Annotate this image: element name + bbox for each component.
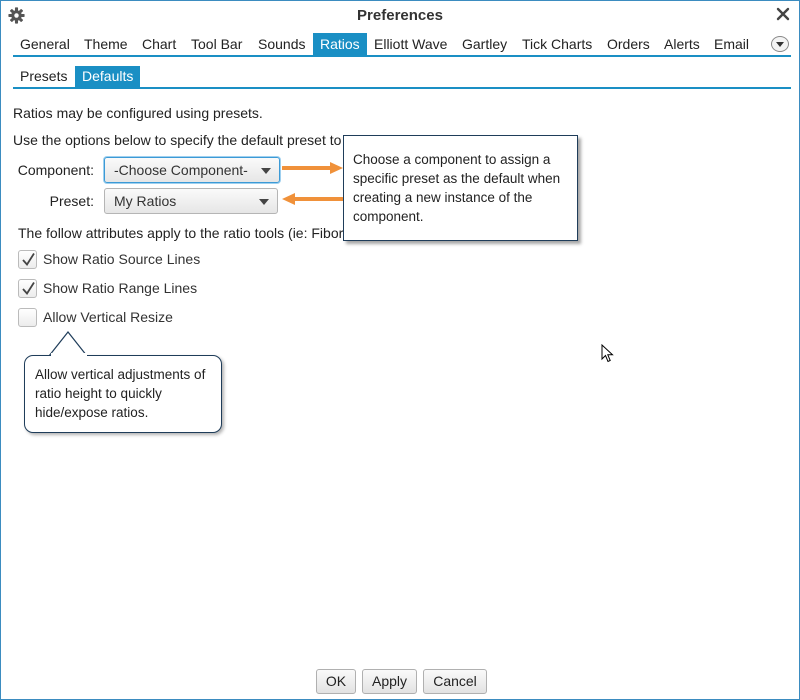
ok-button[interactable]: OK bbox=[316, 669, 356, 694]
tab-theme[interactable]: Theme bbox=[77, 33, 135, 55]
preset-label: Preset: bbox=[49, 193, 94, 209]
show-range-lines-checkbox[interactable] bbox=[18, 279, 37, 298]
component-select[interactable]: -Choose Component- bbox=[104, 157, 280, 183]
tab-elliott-wave[interactable]: Elliott Wave bbox=[367, 33, 454, 55]
tab-ratios[interactable]: Ratios bbox=[313, 33, 367, 55]
resize-help-callout: Allow vertical adjustments of ratio heig… bbox=[24, 355, 222, 433]
tab-alerts[interactable]: Alerts bbox=[657, 33, 707, 55]
component-label: Component: bbox=[17, 162, 94, 178]
show-range-lines-label[interactable]: Show Ratio Range Lines bbox=[43, 280, 197, 296]
subtab-presets[interactable]: Presets bbox=[13, 66, 74, 87]
checkmark-icon bbox=[22, 253, 35, 266]
allow-vertical-resize-label[interactable]: Allow Vertical Resize bbox=[43, 309, 173, 325]
arrow-left-icon bbox=[282, 193, 343, 205]
show-source-lines-label[interactable]: Show Ratio Source Lines bbox=[43, 251, 200, 267]
tab-tool-bar[interactable]: Tool Bar bbox=[184, 33, 249, 55]
main-tab-bar: General Theme Chart Tool Bar Sounds Rati… bbox=[13, 33, 791, 57]
intro-text-1: Ratios may be configured using presets. bbox=[13, 105, 263, 121]
mouse-cursor-icon bbox=[601, 344, 614, 363]
preset-select[interactable]: My Ratios bbox=[104, 188, 278, 214]
tab-general[interactable]: General bbox=[13, 33, 77, 55]
tab-overflow-chevron-down-icon[interactable] bbox=[771, 36, 789, 52]
cancel-button[interactable]: Cancel bbox=[423, 669, 487, 694]
callout-tail-mask bbox=[51, 353, 87, 357]
tab-orders[interactable]: Orders bbox=[600, 33, 657, 55]
close-icon[interactable] bbox=[776, 7, 790, 21]
component-select-value: -Choose Component- bbox=[114, 162, 248, 178]
title-bar[interactable]: Preferences bbox=[1, 1, 799, 31]
component-help-callout: Choose a component to assign a specific … bbox=[343, 135, 578, 241]
arrow-right-icon bbox=[282, 162, 343, 174]
chevron-down-icon bbox=[261, 168, 271, 174]
chevron-down-icon bbox=[259, 199, 269, 205]
apply-button[interactable]: Apply bbox=[362, 669, 417, 694]
attributes-text: The follow attributes apply to the ratio… bbox=[18, 225, 344, 241]
preferences-window: Preferences General Theme Chart Tool Bar… bbox=[0, 0, 800, 700]
checkmark-icon bbox=[22, 282, 35, 295]
window-title: Preferences bbox=[357, 7, 443, 24]
allow-vertical-resize-checkbox[interactable] bbox=[18, 308, 37, 327]
preset-select-value: My Ratios bbox=[114, 193, 177, 209]
tab-sounds[interactable]: Sounds bbox=[251, 33, 312, 55]
show-source-lines-checkbox[interactable] bbox=[18, 250, 37, 269]
sub-tab-bar: Presets Defaults bbox=[13, 66, 791, 89]
tab-gartley[interactable]: Gartley bbox=[455, 33, 514, 55]
subtab-defaults[interactable]: Defaults bbox=[75, 66, 141, 87]
tab-tick-charts[interactable]: Tick Charts bbox=[515, 33, 599, 55]
tab-email[interactable]: Email bbox=[707, 33, 756, 55]
tab-chart[interactable]: Chart bbox=[135, 33, 183, 55]
intro-text-2: Use the options below to specify the def… bbox=[13, 132, 342, 148]
